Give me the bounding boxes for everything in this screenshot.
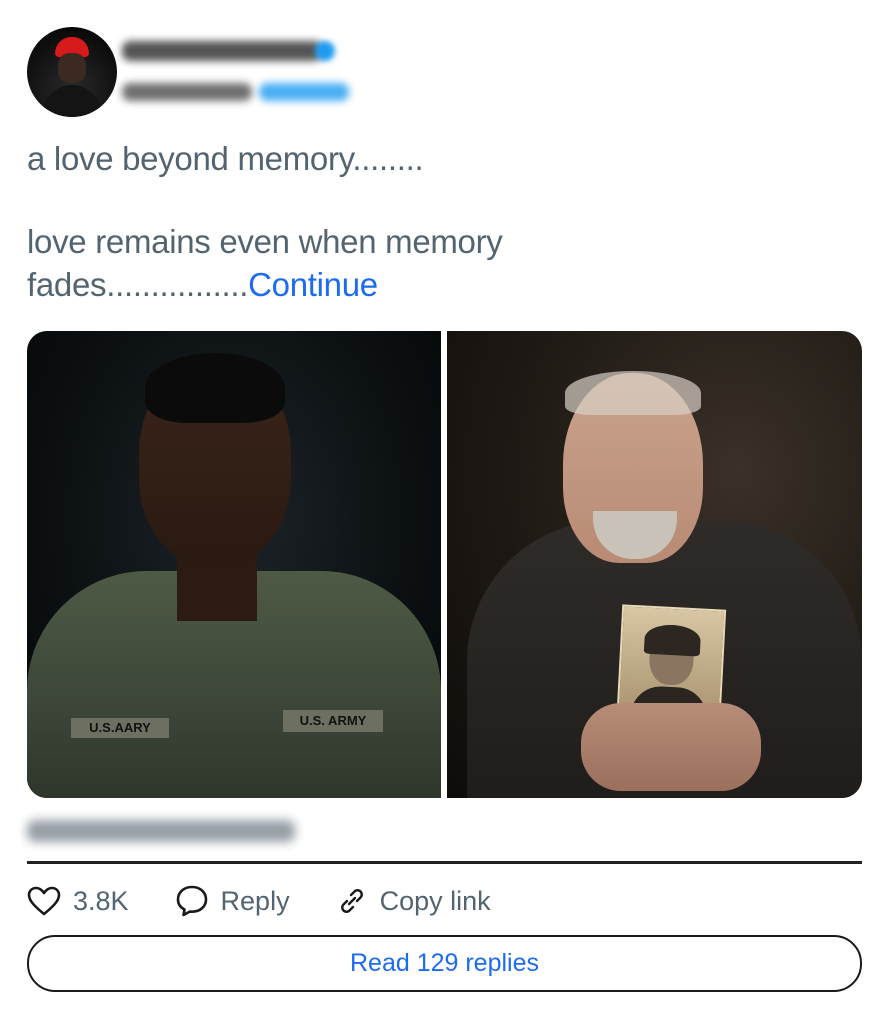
media-image-soldier[interactable]: U.S.AARY U.S. ARMY xyxy=(27,331,441,798)
heart-outline-icon xyxy=(27,886,61,916)
old-man-hands xyxy=(581,703,761,791)
like-button[interactable]: 3.8K xyxy=(27,886,129,917)
post-text-line-1: a love beyond memory........ xyxy=(27,140,424,177)
read-replies-button[interactable]: Read 129 replies xyxy=(27,935,862,992)
link-icon xyxy=(340,889,363,913)
divider xyxy=(27,861,862,864)
old-man-hair xyxy=(565,371,701,415)
timestamp-blurred[interactable] xyxy=(27,820,295,842)
name-tape-right: U.S. ARMY xyxy=(283,710,383,732)
verified-badge-icon xyxy=(315,41,335,61)
author-name-blurred[interactable] xyxy=(122,41,322,61)
copy-link-button[interactable]: Copy link xyxy=(336,885,491,917)
media-image-old-man[interactable] xyxy=(447,331,862,798)
media-grid: U.S.AARY U.S. ARMY xyxy=(27,331,862,798)
speech-bubble-icon xyxy=(176,885,207,917)
reply-label: Reply xyxy=(220,885,290,916)
author-handle-blurred[interactable] xyxy=(122,83,252,101)
photo-woman-hair xyxy=(643,623,702,657)
continue-link[interactable]: Continue xyxy=(248,266,378,303)
reply-button[interactable]: Reply xyxy=(175,884,290,918)
name-tape-left: U.S.AARY xyxy=(71,718,169,738)
action-bar: 3.8K Reply Copy link xyxy=(27,880,862,922)
like-count: 3.8K xyxy=(73,885,129,916)
avatar[interactable] xyxy=(27,27,117,117)
follow-link-blurred[interactable] xyxy=(259,83,349,101)
avatar-body xyxy=(43,85,101,117)
soldier-hair xyxy=(145,353,285,423)
avatar-face xyxy=(58,53,86,83)
copy-link-label: Copy link xyxy=(379,885,491,916)
post-text-line-2: love remains even when memory fades.....… xyxy=(27,220,647,306)
post-header xyxy=(27,27,627,117)
